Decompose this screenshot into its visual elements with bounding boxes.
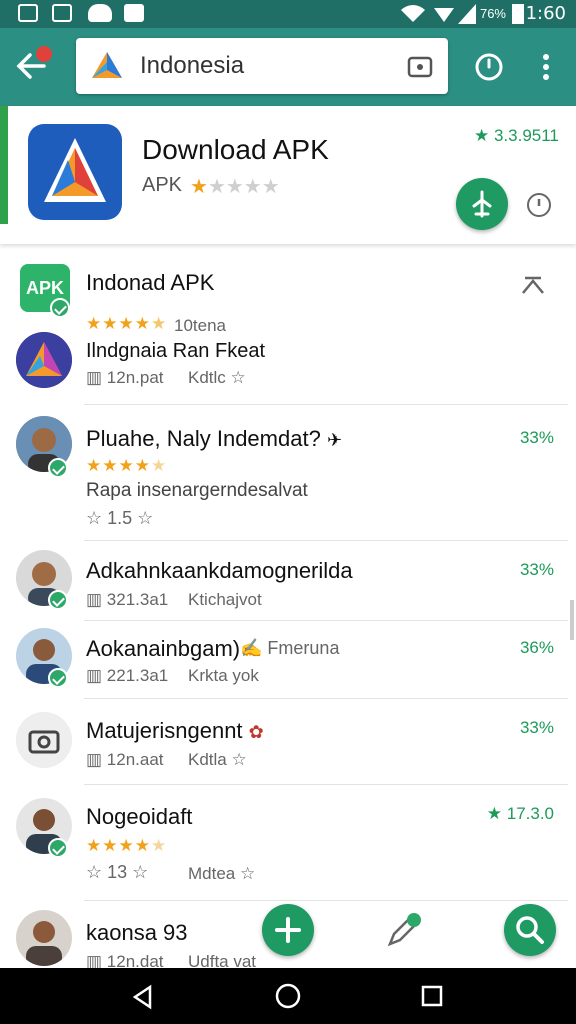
cloud-icon <box>88 4 112 22</box>
item-rating-stars: ★★★★★ <box>86 836 168 855</box>
featured-app-rating-stars: ★★★★★ <box>190 176 280 198</box>
verified-icon <box>48 458 68 478</box>
divider <box>84 784 568 785</box>
avatar <box>16 910 72 966</box>
item-meta-right: Krkta yok <box>188 666 259 685</box>
list-item[interactable]: Nogeoidaft ★ 17.3.0 ★★★★★ ☆ 13 ☆ Mdtea ☆ <box>0 790 576 896</box>
item-title: Adkahnkaankdamognerilda <box>86 558 353 583</box>
item-percent: 36% <box>519 638 554 657</box>
divider <box>84 404 568 405</box>
collapse-icon[interactable] <box>520 274 546 296</box>
app-logo-icon <box>16 332 72 388</box>
item-rating: ☆ 13 ☆ <box>86 862 149 882</box>
item-meta-right: Kdtlc ☆ <box>188 368 246 387</box>
item-meta-right: Udfta vat <box>188 952 257 968</box>
home-icon[interactable] <box>274 982 302 1010</box>
list-item[interactable]: Aokanainbgam) ✍ Fmeruna 36% ▥ 221.3a1 Kr… <box>0 624 576 698</box>
more-options-icon[interactable] <box>540 52 552 82</box>
download-apk-logo-icon <box>44 138 106 202</box>
item-rating-text: 10tena <box>174 316 226 335</box>
wifi-icon <box>401 5 425 22</box>
recents-icon[interactable] <box>420 984 444 1008</box>
divider <box>84 540 568 541</box>
search-query[interactable]: Indonesia <box>140 52 244 80</box>
item-rating-stars: ★★★★★ <box>86 314 168 333</box>
notification-badge <box>36 46 52 62</box>
cell-signal-icon <box>458 4 476 24</box>
item-meta-left: ▥ 12n.aat <box>86 750 164 769</box>
divider <box>84 620 568 621</box>
timer-icon[interactable] <box>474 52 504 82</box>
item-title: Nogeoidaft <box>86 804 193 829</box>
item-rating: ☆ 1.5 ☆ <box>86 508 154 528</box>
item-meta-left: ▥ 221.3a1 <box>86 666 169 685</box>
app-icon <box>28 124 122 220</box>
featured-app-title: Download APK <box>142 134 329 165</box>
app-logo-icon <box>92 52 122 78</box>
camera-icon <box>16 712 72 768</box>
item-percent: ★ 17.3.0 <box>486 804 554 823</box>
battery-percent: 76% <box>479 6 506 21</box>
item-title: Pluahe, Naly Indemdat? ✈ <box>86 426 343 451</box>
item-percent: 33% <box>519 428 554 447</box>
person-avatar-icon <box>16 910 72 966</box>
list-item[interactable]: Adkahnkaankdamognerilda 33% ▥ 321.3a1 Kt… <box>0 546 576 620</box>
verified-icon <box>48 668 68 688</box>
gallery-icon <box>18 4 38 22</box>
scrollbar[interactable] <box>570 600 574 640</box>
featured-app-subtitle: APK <box>142 174 183 196</box>
verified-icon <box>48 838 68 858</box>
item-meta-right: Mdtea ☆ <box>188 864 256 883</box>
edit-icon[interactable] <box>384 910 424 950</box>
avatar <box>16 712 72 768</box>
camera-icon[interactable] <box>406 52 434 80</box>
divider <box>84 900 568 901</box>
item-title: kaonsa 93 <box>86 920 188 945</box>
battery-icon <box>512 4 524 24</box>
item-rating-stars: ★★★★★ <box>86 456 168 475</box>
navigation-bar <box>0 968 576 1024</box>
item-title: Aokanainbgam) <box>86 636 241 661</box>
item-meta-right: Kdtla ☆ <box>188 750 247 769</box>
clock: 1:60 <box>525 3 566 24</box>
photo-icon <box>52 4 72 22</box>
item-meta-right: Ktichajvot <box>188 590 262 609</box>
item-percent: 33% <box>519 718 554 737</box>
featured-app-card[interactable]: Download APK APK ★★★★★ ★ 3.3.9511 <box>0 106 576 244</box>
avatar <box>16 332 72 388</box>
accent-bar <box>0 106 8 224</box>
search-bar[interactable]: Indonesia <box>76 38 448 94</box>
list-item[interactable]: APK Indonad APK ★★★★★ 10tena Ilndgnaia R… <box>0 258 576 394</box>
item-meta-left: ▥ 12n.dat <box>86 952 164 968</box>
plus-icon <box>275 917 301 943</box>
install-button[interactable] <box>456 178 508 230</box>
plane-icon <box>472 190 492 218</box>
featured-app-rating-count: ★ 3.3.9511 <box>474 126 559 145</box>
item-meta-left: ▥ 12n.pat <box>86 368 164 387</box>
item-tag: ✍ Fmeruna <box>240 638 340 658</box>
item-title: Ilndgnaia Ran Fkeat <box>86 340 266 362</box>
status-bar: 76% 1:60 <box>0 0 576 28</box>
search-icon <box>516 916 544 944</box>
item-title: Indonad APK <box>86 270 215 295</box>
item-title: Matujerisngennt ✿ <box>86 718 264 743</box>
signal-icon <box>434 8 454 22</box>
app-bar: Indonesia <box>0 28 576 106</box>
add-button[interactable] <box>262 904 314 956</box>
info-icon[interactable] <box>526 192 552 218</box>
verified-icon <box>50 298 70 318</box>
back-icon[interactable] <box>130 984 156 1010</box>
item-percent: 33% <box>519 560 554 579</box>
verified-icon <box>48 590 68 610</box>
search-button[interactable] <box>504 904 556 956</box>
mail-icon <box>124 4 144 22</box>
list-item[interactable]: Pluahe, Naly Indemdat? ✈ 33% ★★★★★ Rapa … <box>0 410 576 540</box>
item-meta-left: ▥ 321.3a1 <box>86 590 169 609</box>
divider <box>84 698 568 699</box>
list-item[interactable]: Matujerisngennt ✿ 33% ▥ 12n.aat Kdtla ☆ <box>0 704 576 784</box>
item-subtitle: Rapa insenargerndesalvat <box>86 480 308 501</box>
